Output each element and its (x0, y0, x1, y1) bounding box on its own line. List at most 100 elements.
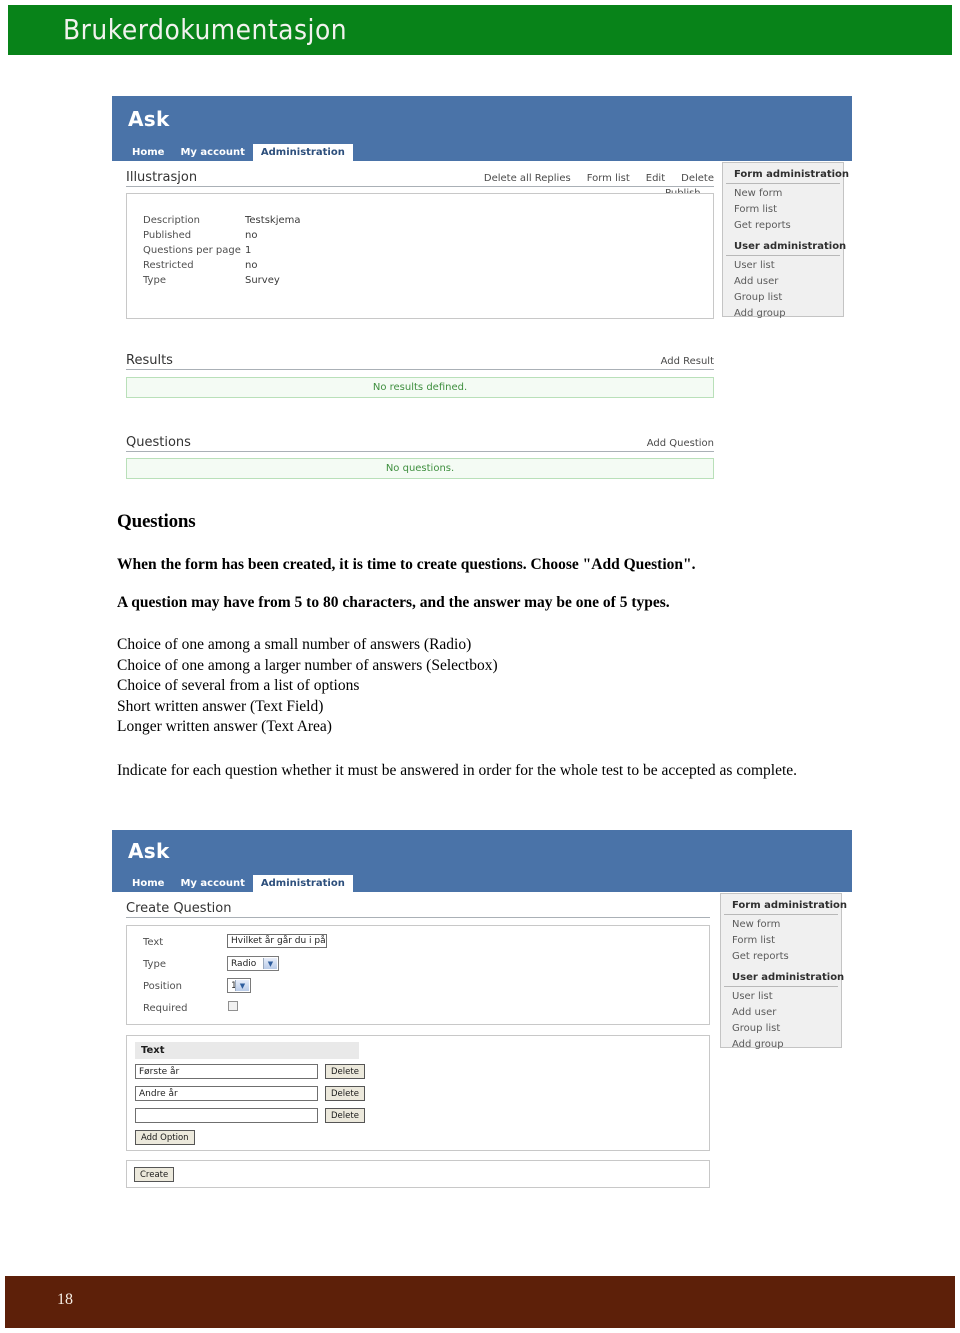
paragraph-required-note: Indicate for each question whether it mu… (117, 761, 798, 779)
document-banner-title: Brukerdokumentasjon (63, 13, 348, 46)
create-panel: Create (126, 1160, 710, 1188)
delete-all-replies-link[interactable]: Delete all Replies (484, 173, 571, 185)
question-type-value: Radio (231, 958, 257, 969)
sidebar-heading-user-administration: User administration (724, 970, 844, 987)
nav-tabs-1: Home My account Administration (124, 144, 353, 161)
sidebar-item-add-user[interactable]: Add user (721, 1005, 841, 1021)
option-row: Delete (135, 1108, 365, 1123)
required-field-label: Required (143, 1003, 188, 1014)
document-banner: Brukerdokumentasjon (8, 5, 952, 55)
sidebar-item-group-list[interactable]: Group list (721, 1021, 841, 1037)
sidebar-item-add-user[interactable]: Add user (723, 274, 843, 290)
sidebar-item-user-list[interactable]: User list (721, 989, 841, 1005)
detail-value: no (245, 260, 258, 271)
delete-link[interactable]: Delete (681, 173, 714, 185)
results-empty-box: No results defined. (126, 377, 714, 398)
questions-section-header: Questions Add Question (126, 433, 714, 452)
detail-key: Type (143, 275, 166, 286)
edit-link[interactable]: Edit (646, 173, 665, 185)
list-item: Short written answer (Text Field) (117, 697, 324, 715)
sidebar-heading-form-administration: Form administration (724, 898, 847, 915)
list-item: Choice of several from a list of options (117, 677, 360, 694)
sidebar-heading-user-administration: User administration (726, 239, 846, 256)
form-actions: Delete all Replies Form list Edit Delete (484, 173, 714, 186)
tab-home-1[interactable]: Home (124, 144, 172, 161)
document-body: Questions When the form has been created… (117, 511, 877, 781)
chevron-down-icon: ▼ (235, 980, 249, 991)
detail-key: Description (143, 215, 200, 226)
detail-row: Type Survey (143, 273, 713, 288)
tab-administration-1[interactable]: Administration (252, 144, 353, 161)
sidebar-item-user-list[interactable]: User list (723, 258, 843, 274)
delete-option-button[interactable]: Delete (325, 1064, 365, 1079)
page-heading: Questions (117, 511, 196, 532)
form-list-link[interactable]: Form list (587, 173, 630, 185)
sidebar-item-new-form[interactable]: New form (723, 186, 843, 202)
tab-my-account-1[interactable]: My account (172, 144, 252, 161)
admin-sidebar-1: Form administration New form Form list G… (722, 162, 849, 319)
chevron-down-icon: ▼ (263, 958, 277, 969)
delete-option-button[interactable]: Delete (325, 1108, 365, 1123)
screenshot-form-overview: Ask Home My account Administration Illus… (112, 96, 852, 491)
screenshot-create-question: Ask Home My account Administration Creat… (112, 830, 852, 1195)
questions-empty-box: No questions. (126, 458, 714, 479)
create-button[interactable]: Create (134, 1167, 175, 1182)
tab-home-2[interactable]: Home (124, 875, 172, 892)
sidebar-heading-form-administration: Form administration (726, 167, 849, 184)
required-checkbox[interactable] (228, 1001, 238, 1011)
results-actions: Add Result (661, 356, 714, 369)
detail-row: Published no (143, 228, 713, 243)
option-text-input[interactable]: Andre år (135, 1086, 318, 1101)
admin-sidebar-2: Form administration New form Form list G… (720, 893, 847, 1050)
add-option-button[interactable]: Add Option (135, 1130, 195, 1145)
form-title: Illustrasjon (126, 170, 198, 185)
detail-value: no (245, 230, 258, 241)
app-header-1: Ask Home My account Administration (112, 96, 852, 161)
option-text-input[interactable]: Første år (135, 1064, 318, 1079)
question-position-select[interactable]: 1 ▼ (227, 978, 251, 993)
question-text-input[interactable]: Hvilket år går du i på (227, 934, 327, 948)
list-item: Choice of one among a larger number of a… (117, 656, 498, 674)
form-section-header: Illustrasjon Delete all Replies Form lis… (126, 168, 714, 187)
app-header-2: Ask Home My account Administration (112, 830, 852, 892)
add-question-link[interactable]: Add Question (647, 438, 714, 450)
sidebar-item-form-list[interactable]: Form list (723, 202, 843, 218)
sidebar-item-add-group[interactable]: Add group (723, 306, 843, 322)
detail-row: Description Testskjema (143, 213, 713, 228)
results-section-header: Results Add Result (126, 351, 714, 370)
sidebar-item-add-group[interactable]: Add group (721, 1037, 841, 1053)
results-title: Results (126, 353, 173, 368)
delete-option-button[interactable]: Delete (325, 1086, 365, 1101)
nav-tabs-2: Home My account Administration (124, 875, 353, 892)
questions-empty-message: No questions. (385, 463, 455, 474)
detail-value: Testskjema (245, 215, 301, 226)
app-logo-2: Ask (128, 839, 170, 863)
detail-key: Questions per page (143, 245, 241, 256)
sidebar-item-get-reports[interactable]: Get reports (723, 218, 843, 234)
sidebar-item-get-reports[interactable]: Get reports (721, 949, 841, 965)
sidebar-item-new-form[interactable]: New form (721, 917, 841, 933)
position-field-label: Position (143, 981, 182, 992)
app-logo-1: Ask (128, 107, 170, 131)
list-item: Longer written answer (Text Area) (117, 718, 332, 735)
tab-administration-2[interactable]: Administration (252, 875, 353, 892)
list-item: Choice of one among a small number of an… (117, 636, 472, 653)
option-text-input[interactable] (135, 1108, 318, 1123)
detail-value: Survey (245, 275, 280, 286)
tab-my-account-2[interactable]: My account (172, 875, 252, 892)
option-row: Andre år Delete (135, 1086, 365, 1101)
create-question-title: Create Question (126, 901, 232, 916)
answer-type-list: Choice of one among a small number of an… (117, 635, 877, 738)
options-column-header: Text (135, 1042, 359, 1059)
page-number: 18 (57, 1291, 73, 1308)
add-result-link[interactable]: Add Result (661, 356, 714, 368)
questions-title: Questions (126, 435, 191, 450)
sidebar-item-form-list[interactable]: Form list (721, 933, 841, 949)
question-type-select[interactable]: Radio ▼ (227, 956, 279, 971)
paragraph-limits: A question may have from 5 to 80 charact… (117, 594, 670, 611)
option-row: Første år Delete (135, 1064, 365, 1079)
detail-row: Questions per page 1 (143, 243, 713, 258)
create-question-header: Create Question (126, 899, 710, 918)
sidebar-item-group-list[interactable]: Group list (723, 290, 843, 306)
detail-value: 1 (245, 245, 252, 256)
